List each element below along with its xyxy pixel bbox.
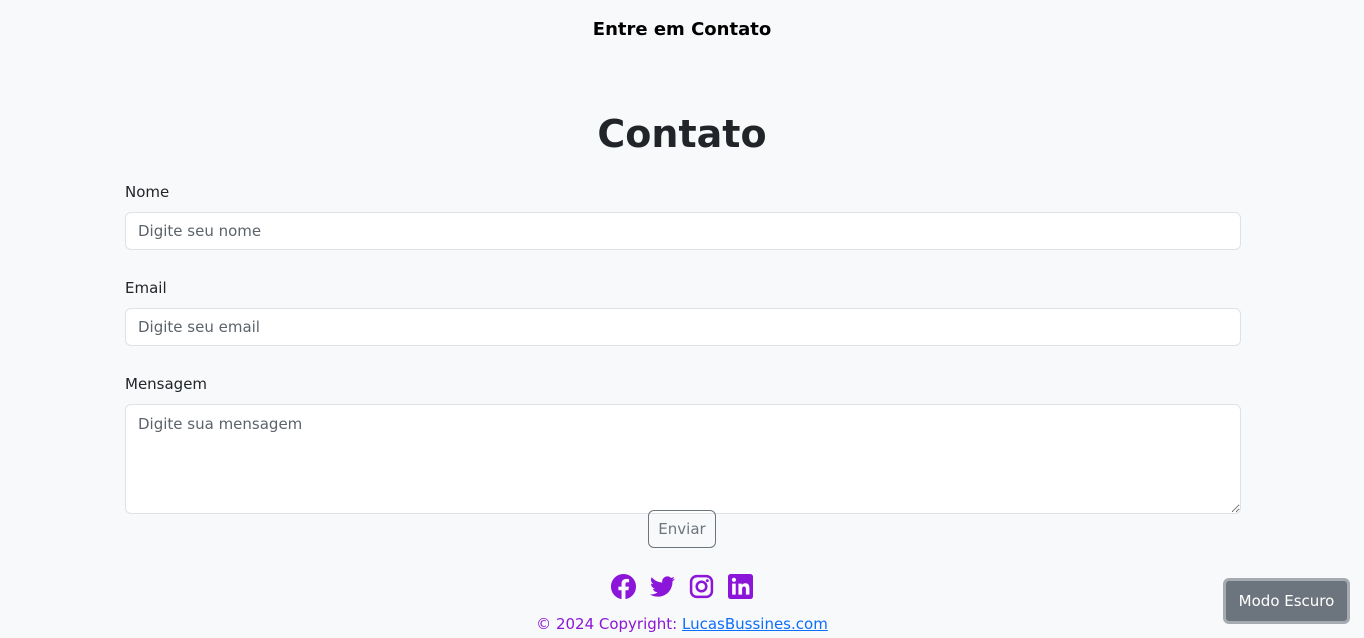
social-links (0, 574, 1364, 599)
name-label: Nome (125, 183, 170, 201)
message-label: Mensagem (125, 375, 208, 393)
linkedin-icon (728, 574, 753, 599)
submit-button[interactable]: Enviar (648, 510, 716, 548)
copyright-text: © 2024 Copyright: (536, 615, 682, 633)
email-label: Email (125, 279, 167, 297)
twitter-icon (650, 576, 675, 597)
instagram-icon (689, 574, 714, 599)
site-title: Entre em Contato (592, 19, 772, 40)
contact-form: Nome Email Mensagem (125, 182, 1241, 542)
page-title: Contato (597, 112, 767, 156)
email-group: Email (125, 278, 1241, 346)
footer-copyright: © 2024 Copyright: LucasBussines.com (0, 614, 1364, 634)
message-group: Mensagem (125, 374, 1241, 514)
footer-link[interactable]: LucasBussines.com (682, 615, 828, 633)
message-textarea[interactable] (125, 404, 1241, 514)
name-input[interactable] (125, 212, 1241, 250)
dark-mode-toggle-button[interactable]: Modo Escuro (1223, 578, 1350, 624)
linkedin-link[interactable] (728, 574, 753, 599)
email-input[interactable] (125, 308, 1241, 346)
instagram-link[interactable] (689, 574, 714, 599)
facebook-icon (611, 574, 636, 599)
facebook-link[interactable] (611, 574, 636, 599)
twitter-link[interactable] (650, 574, 675, 599)
submit-container: Enviar (0, 510, 1364, 548)
name-group: Nome (125, 182, 1241, 250)
